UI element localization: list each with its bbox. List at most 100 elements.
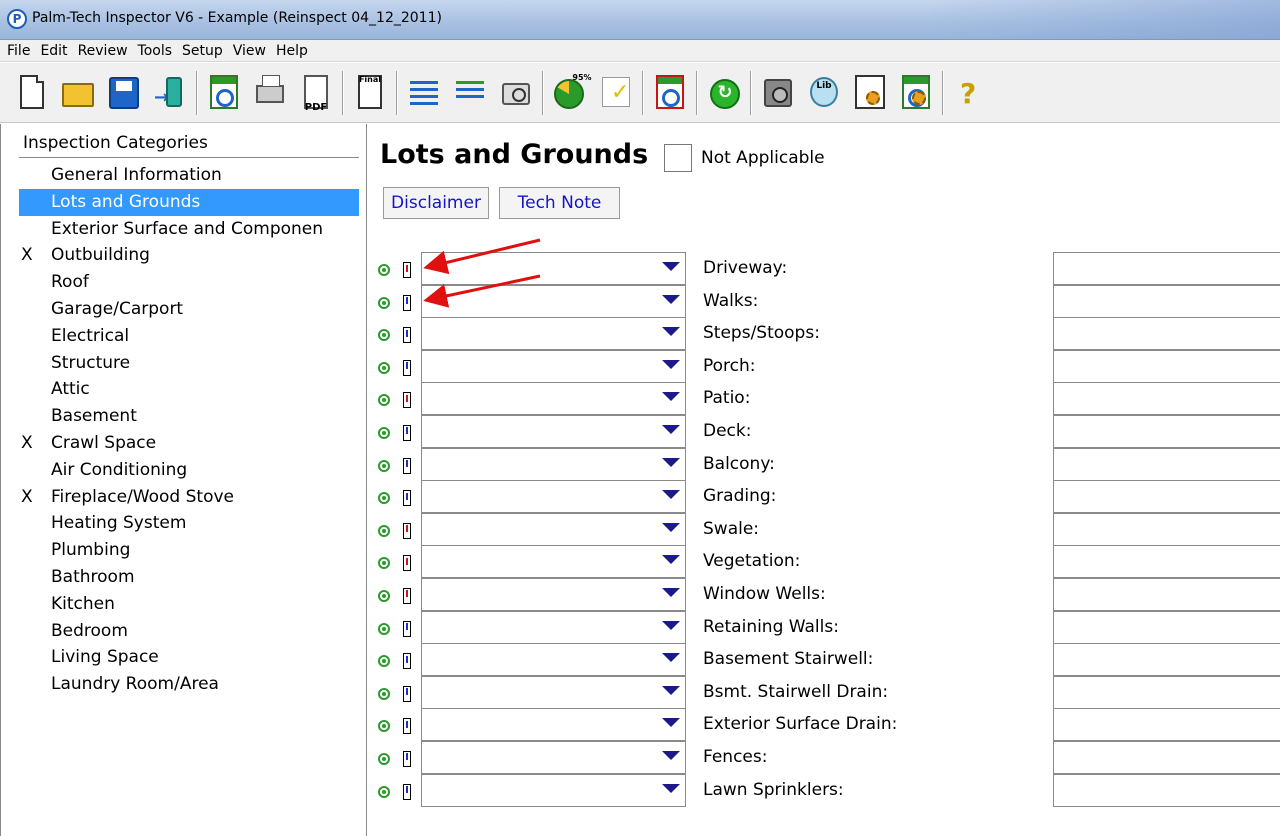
condition-dropdown[interactable] (421, 577, 686, 611)
condition-dropdown[interactable] (421, 480, 686, 514)
progress-button[interactable]: 95% (548, 67, 592, 119)
comment-bullet-icon[interactable] (378, 589, 390, 602)
menu-tools[interactable]: Tools (133, 43, 178, 59)
comment-bullet-icon[interactable] (378, 785, 390, 798)
comment-bullet-icon[interactable] (378, 296, 390, 309)
category-item-lots-and-grounds[interactable]: Lots and Grounds (19, 188, 359, 216)
row-text-field[interactable] (1053, 382, 1280, 416)
category-item-laundry-room-area[interactable]: Laundry Room/Area (19, 671, 359, 698)
dropdown-arrow-icon[interactable] (662, 457, 680, 467)
row-text-field[interactable] (1053, 480, 1280, 514)
dropdown-arrow-icon[interactable] (662, 424, 680, 434)
save-button[interactable] (102, 67, 146, 119)
dropdown-arrow-icon[interactable] (662, 262, 680, 271)
checklist-button[interactable] (594, 67, 638, 119)
alert-flag-icon[interactable] (403, 424, 411, 441)
condition-dropdown[interactable] (421, 773, 686, 807)
category-item-basement[interactable]: Basement (19, 403, 359, 430)
menu-review[interactable]: Review (73, 43, 133, 59)
category-item-bedroom[interactable]: Bedroom (19, 618, 359, 645)
email-pdf-button[interactable]: PDF (294, 67, 338, 119)
alert-flag-icon[interactable] (403, 522, 411, 539)
category-item-living-space[interactable]: Living Space (19, 644, 359, 671)
category-item-crawl-space[interactable]: X Crawl Space (19, 430, 359, 457)
condition-dropdown[interactable] (421, 643, 686, 677)
dropdown-arrow-icon[interactable] (662, 392, 680, 402)
category-item-structure[interactable]: Structure (19, 350, 359, 377)
help-button[interactable]: ? (948, 67, 992, 119)
comment-bullet-icon[interactable] (378, 687, 390, 700)
category-item-outbuilding[interactable]: X Outbuilding (19, 242, 359, 269)
row-text-field[interactable] (1053, 708, 1280, 742)
dropdown-arrow-icon[interactable] (662, 653, 680, 663)
report-settings-button[interactable] (894, 67, 938, 119)
disclaimer-button[interactable]: Disclaimer (383, 187, 489, 219)
category-item-electrical[interactable]: Electrical (19, 323, 359, 350)
alert-flag-icon[interactable] (403, 653, 411, 670)
comment-bullet-icon[interactable] (378, 492, 390, 505)
alert-flag-icon[interactable] (403, 262, 411, 278)
menu-help[interactable]: Help (271, 43, 313, 59)
row-text-field[interactable] (1053, 317, 1280, 351)
comment-bullet-icon[interactable] (378, 394, 390, 407)
row-text-field[interactable] (1053, 349, 1280, 383)
row-text-field[interactable] (1053, 643, 1280, 677)
alert-flag-icon[interactable] (403, 587, 411, 604)
narrative-edit-button[interactable] (448, 67, 492, 119)
not-applicable-checkbox[interactable] (664, 144, 692, 172)
row-text-field[interactable] (1053, 447, 1280, 481)
row-text-field[interactable] (1053, 773, 1280, 807)
menu-edit[interactable]: Edit (35, 43, 72, 59)
camera-button[interactable] (494, 67, 538, 119)
comment-bullet-icon[interactable] (378, 524, 390, 537)
dropdown-arrow-icon[interactable] (662, 620, 680, 630)
category-item-attic[interactable]: Attic (19, 376, 359, 403)
dropdown-arrow-icon[interactable] (662, 327, 680, 337)
alert-flag-icon[interactable] (403, 555, 411, 572)
alert-flag-icon[interactable] (403, 392, 411, 409)
dropdown-arrow-icon[interactable] (662, 555, 680, 565)
row-text-field[interactable] (1053, 577, 1280, 611)
category-item-plumbing[interactable]: Plumbing (19, 537, 359, 564)
alert-flag-icon[interactable] (403, 457, 411, 474)
menu-file[interactable]: File (2, 43, 35, 59)
narrative-list-button[interactable] (402, 67, 446, 119)
category-item-roof[interactable]: Roof (19, 269, 359, 296)
report-preview-button[interactable] (202, 67, 246, 119)
comment-bullet-icon[interactable] (378, 329, 390, 342)
dropdown-arrow-icon[interactable] (662, 294, 680, 304)
condition-dropdown[interactable] (421, 447, 686, 481)
condition-dropdown[interactable] (421, 349, 686, 383)
alert-flag-icon[interactable] (403, 294, 411, 311)
condition-dropdown[interactable] (421, 414, 686, 448)
dropdown-arrow-icon[interactable] (662, 718, 680, 728)
alert-flag-icon[interactable] (403, 685, 411, 702)
comment-bullet-icon[interactable] (378, 557, 390, 570)
alert-flag-icon[interactable] (403, 620, 411, 637)
category-item-exterior-surface-and-componen[interactable]: Exterior Surface and Componen (19, 216, 359, 243)
condition-dropdown[interactable] (421, 382, 686, 416)
print-button[interactable] (248, 67, 292, 119)
condition-dropdown[interactable] (421, 317, 686, 351)
alert-flag-icon[interactable] (403, 359, 411, 376)
library-button[interactable]: Lib (802, 67, 846, 119)
row-text-field[interactable] (1053, 414, 1280, 448)
dropdown-arrow-icon[interactable] (662, 522, 680, 532)
row-text-field[interactable] (1053, 284, 1280, 318)
condition-dropdown[interactable] (421, 675, 686, 709)
dropdown-arrow-icon[interactable] (662, 685, 680, 695)
condition-dropdown[interactable] (421, 252, 686, 285)
row-text-field[interactable] (1053, 512, 1280, 546)
backup-button[interactable] (756, 67, 800, 119)
comment-bullet-icon[interactable] (378, 752, 390, 765)
comment-bullet-icon[interactable] (378, 426, 390, 439)
menu-view[interactable]: View (228, 43, 271, 59)
comment-bullet-icon[interactable] (378, 655, 390, 668)
category-item-fireplace-wood-stove[interactable]: X Fireplace/Wood Stove (19, 484, 359, 511)
summary-report-button[interactable] (648, 67, 692, 119)
dropdown-arrow-icon[interactable] (662, 587, 680, 597)
condition-dropdown[interactable] (421, 610, 686, 644)
category-item-garage-carport[interactable]: Garage/Carport (19, 296, 359, 323)
condition-dropdown[interactable] (421, 545, 686, 579)
row-text-field[interactable] (1053, 740, 1280, 774)
